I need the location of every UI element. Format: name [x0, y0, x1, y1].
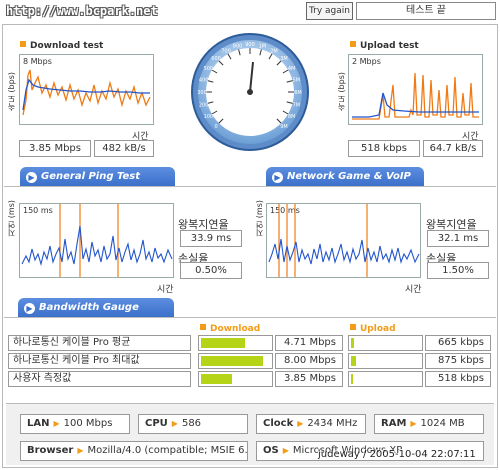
download-value: 8.00 Mbps — [275, 353, 343, 369]
divider — [4, 317, 496, 318]
gauge-label: 4M — [288, 66, 296, 72]
ping-y-label: 지연 (ms) — [7, 200, 16, 237]
upload-bar — [348, 371, 423, 387]
browser-info: Browser ▶ Mozilla/4.0 (compatible; MSIE 6.… — [20, 441, 248, 461]
gauge-label: 700 — [221, 48, 231, 54]
upload-kbs: 64.7 kB/s — [423, 140, 483, 157]
download-mbps: 3.85 Mbps — [19, 140, 91, 157]
gauge-label: 9M — [280, 124, 288, 130]
bandwidth-row-label: 사용자 측정값 — [8, 371, 191, 387]
upload-value: 518 kbps — [425, 371, 491, 387]
download-kbs: 482 kB/s — [94, 140, 154, 157]
upload-plot: 2 Mbps — [348, 54, 483, 125]
gauge-label: 300 — [197, 90, 207, 96]
download-value: 4.71 Mbps — [275, 335, 343, 351]
tab-network-game-voip-test[interactable]: ▶ Network Game & VoIP Test — [266, 167, 424, 202]
game-y-label: 지연 (ms) — [255, 200, 264, 237]
gauge-label: 1M — [259, 44, 267, 50]
timestamp-stamp: judeway / 2005-10-04 22:07:11 — [318, 449, 476, 460]
lan-info: LAN ▶ 100 Mbps — [20, 414, 130, 434]
game-delay-value: 32.1 ms — [427, 230, 489, 247]
upload-bar — [348, 353, 423, 369]
speed-gauge: 0 100 200 300 400 500 600 700 800 900 1M 2M 3M 4M 5M 6M… — [190, 32, 310, 152]
gauge-label: 8M — [288, 114, 296, 120]
download-plot: 8 Mbps — [19, 54, 154, 125]
bandwidth-row-label: 하나로통신 케이블 Pro 평균 — [8, 335, 191, 351]
upload-y-label: 속도 (bps) — [337, 72, 346, 112]
download-y-label: 속도 (bps) — [7, 72, 16, 112]
upload-kbps: 518 kbps — [348, 140, 420, 157]
gauge-label: 500 — [204, 66, 214, 72]
ping-plot: 150 ms — [19, 203, 174, 278]
game-x-label: 시간 — [405, 285, 422, 295]
upload-value: 665 kbps — [425, 335, 491, 351]
ping-loss-value: 0.50% — [180, 262, 242, 279]
bandwidth-download-head: Download — [200, 324, 260, 334]
game-plot: 150 ms — [266, 203, 421, 278]
site-url: http://www.bcpark.net — [6, 4, 158, 18]
game-loss-value: 1.50% — [427, 262, 489, 279]
gauge-label: 200 — [199, 102, 209, 108]
gauge-label: 2M — [270, 48, 278, 54]
gauge-label: 3M — [280, 56, 288, 62]
tab-general-ping-test[interactable]: ▶ General Ping Test — [20, 167, 175, 187]
download-value: 3.85 Mbps — [275, 371, 343, 387]
ping-x-label: 시간 — [157, 285, 174, 295]
download-bar — [198, 353, 273, 369]
gauge-label: 800 — [233, 44, 243, 50]
gauge-label: 600 — [211, 56, 221, 62]
download-bar — [198, 335, 273, 351]
upload-bar — [348, 335, 423, 351]
ping-delay-value: 33.9 ms — [180, 230, 242, 247]
gauge-label: 7M — [293, 102, 301, 108]
divider — [4, 186, 496, 187]
bandwidth-upload-head: Upload — [350, 324, 396, 334]
gauge-label: 900 — [245, 42, 255, 48]
upload-value: 875 kbps — [425, 353, 491, 369]
ram-info: RAM ▶ 1024 MB — [374, 414, 484, 434]
gauge-label: 100 — [204, 114, 214, 120]
cpu-info: CPU ▶ 586 — [138, 414, 248, 434]
try-again-button[interactable]: Try again — [306, 2, 353, 20]
test-status: 테스트 끝 — [356, 2, 496, 20]
upload-title: Upload test — [350, 41, 419, 51]
gauge-label: 5M — [293, 78, 301, 84]
download-title: Download test — [20, 41, 103, 51]
gauge-label: 6M — [294, 90, 302, 96]
bandwidth-row-label: 하나로통신 케이블 Pro 최대값 — [8, 353, 191, 369]
tab-bandwidth-gauge[interactable]: ▶ Bandwidth Gauge — [18, 298, 174, 318]
gauge-label: 0 — [214, 124, 217, 130]
gauge-label: 400 — [199, 78, 209, 84]
clock-info: Clock ▶ 2434 MHz — [256, 414, 366, 434]
download-bar — [198, 371, 273, 387]
